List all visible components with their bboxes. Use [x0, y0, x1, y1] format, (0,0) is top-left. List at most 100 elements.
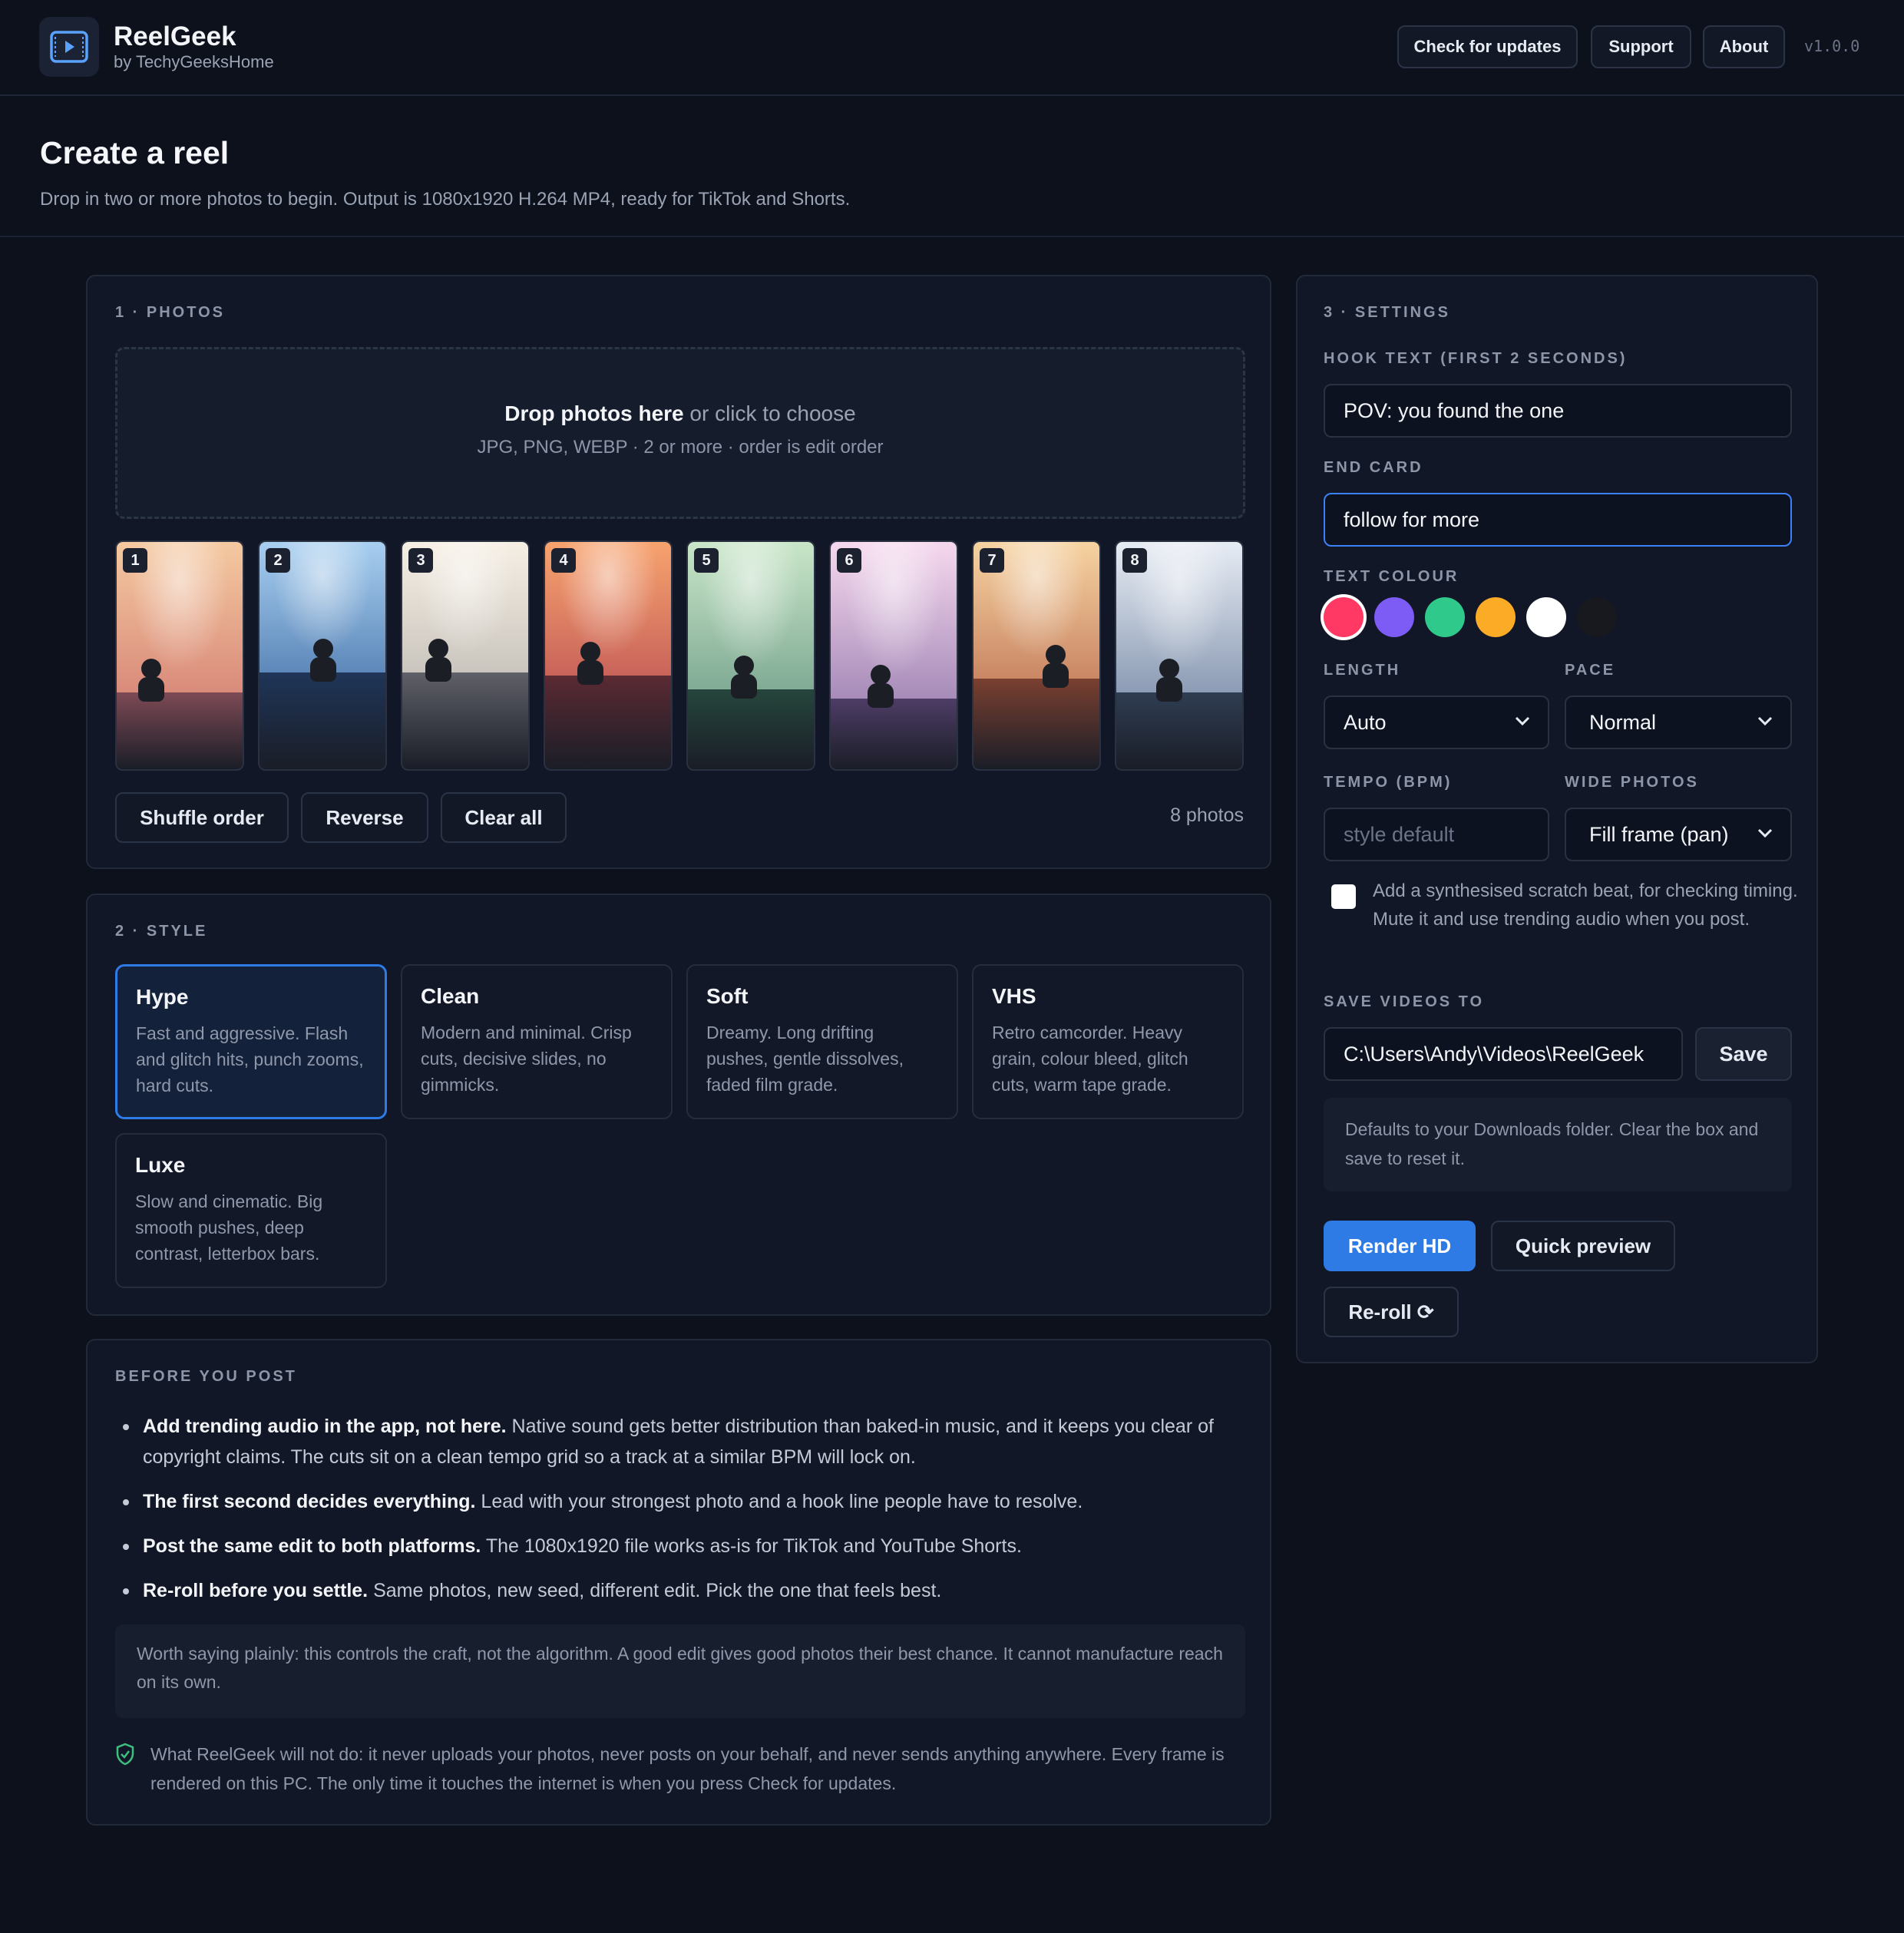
tip-item: Post the same edit to both platforms. Th…: [115, 1531, 1236, 1561]
photo-thumbnail[interactable]: 2: [258, 540, 387, 771]
play-icon: [50, 31, 88, 63]
reroll-button[interactable]: Re-roll ⟳: [1324, 1287, 1459, 1337]
photo-ground: [259, 672, 385, 769]
photo-order-badge: 4: [551, 548, 576, 573]
photo-ground: [831, 699, 957, 769]
style-panel: 2 · STYLE Hype Fast and aggressive. Flash…: [86, 894, 1271, 1316]
photo-subject: [310, 639, 336, 682]
tip-item: Re-roll before you settle. Same photos, …: [115, 1575, 1236, 1606]
photo-subject: [577, 642, 603, 685]
save-path-button[interactable]: Save: [1695, 1027, 1792, 1081]
photo-order-badge: 7: [980, 548, 1004, 573]
save-path-input[interactable]: C:\Users\Andy\Videos\ReelGeek: [1324, 1027, 1683, 1081]
style-card-vhs[interactable]: VHS Retro camcorder. Heavy grain, colour …: [972, 964, 1244, 1119]
style-card-title: Clean: [421, 984, 480, 1008]
length-label: LENGTH: [1324, 662, 1401, 679]
tip-heading: Post the same edit to both platforms.: [143, 1535, 481, 1557]
top-bar: ReelGeek by TechyGeeksHome Check for upd…: [0, 0, 1904, 96]
tip-text: Lead with your strongest photo and a hoo…: [475, 1491, 1083, 1512]
style-card-description: Modern and minimal. Crisp cuts, decisive…: [421, 1023, 632, 1095]
style-card-description: Retro camcorder. Heavy grain, colour ble…: [992, 1023, 1188, 1095]
reverse-button[interactable]: Reverse: [301, 792, 428, 843]
photo-drop-zone[interactable]: Drop photos here or click to choose JPG,…: [115, 347, 1245, 519]
clear-all-button[interactable]: Clear all: [441, 792, 567, 843]
save-to-label: SAVE VIDEOS TO: [1324, 993, 1485, 1010]
text-colour-swatch[interactable]: [1425, 597, 1465, 637]
scratch-beat-label: Add a synthesised scratch beat, for chec…: [1373, 881, 1798, 930]
text-colour-swatch[interactable]: [1374, 597, 1414, 637]
photo-subject: [425, 639, 451, 682]
length-select[interactable]: Auto: [1324, 696, 1549, 749]
photo-order-badge: 1: [123, 548, 147, 573]
wide-photos-label: WIDE PHOTOS: [1565, 774, 1699, 791]
section-label-settings: 3 · SETTINGS: [1324, 304, 1450, 321]
section-label-tips: BEFORE YOU POST: [115, 1368, 297, 1385]
version-label: v1.0.0: [1804, 37, 1860, 55]
style-card-luxe[interactable]: Luxe Slow and cinematic. Big smooth pushe…: [115, 1133, 387, 1288]
drop-zone-prompt: Drop photos here or click to choose: [504, 401, 856, 425]
style-card-description: Fast and aggressive. Flash and glitch hi…: [136, 1023, 364, 1095]
style-card-hype[interactable]: Hype Fast and aggressive. Flash and glitc…: [115, 964, 387, 1119]
drop-zone-hint: JPG, PNG, WEBP · 2 or more · order is ed…: [477, 437, 884, 458]
photo-ground: [117, 692, 243, 769]
scratch-beat-checkbox[interactable]: [1331, 884, 1356, 909]
end-card-label: END CARD: [1324, 459, 1423, 476]
algorithm-note: Worth saying plainly: this controls the …: [115, 1624, 1245, 1718]
pace-select[interactable]: Normal: [1565, 696, 1792, 749]
style-card-title: VHS: [992, 984, 1036, 1008]
photo-thumbnail[interactable]: 7: [972, 540, 1101, 771]
chevron-down-icon: [1515, 716, 1530, 726]
photo-subject: [1156, 659, 1182, 702]
support-button[interactable]: Support: [1591, 25, 1691, 68]
photo-subject: [1043, 645, 1069, 688]
end-card-input[interactable]: follow for more: [1324, 493, 1792, 547]
hook-text-input[interactable]: POV: you found the one: [1324, 384, 1792, 438]
check-updates-button[interactable]: Check for updates: [1397, 25, 1578, 68]
render-hd-button[interactable]: Render HD: [1324, 1221, 1476, 1271]
privacy-statement: What ReelGeek will not do: it never uplo…: [150, 1744, 1225, 1793]
tip-heading: Re-roll before you settle.: [143, 1580, 369, 1601]
chevron-down-icon: [1757, 716, 1773, 726]
text-colour-swatch[interactable]: [1526, 597, 1566, 637]
photo-thumbnail[interactable]: 3: [401, 540, 530, 771]
settings-panel: 3 · SETTINGS HOOK TEXT (FIRST 2 SECONDS)…: [1296, 275, 1818, 1363]
text-colour-label: TEXT COLOUR: [1324, 568, 1459, 585]
photo-order-badge: 6: [837, 548, 861, 573]
photo-order-badge: 2: [266, 548, 290, 573]
photo-thumbnail[interactable]: 1: [115, 540, 244, 771]
tip-item: Add trending audio in the app, not here.…: [115, 1411, 1236, 1472]
shield-check-icon: [116, 1743, 134, 1766]
tips-list: Add trending audio in the app, not here.…: [115, 1411, 1236, 1620]
page-subtitle: Drop in two or more photos to begin. Out…: [40, 189, 851, 210]
style-card-clean[interactable]: Clean Modern and minimal. Crisp cuts, dec…: [401, 964, 673, 1119]
pace-label: PACE: [1565, 662, 1616, 679]
section-label-style: 2 · STYLE: [115, 923, 208, 940]
photo-order-badge: 5: [694, 548, 719, 573]
tip-heading: Add trending audio in the app, not here.: [143, 1416, 507, 1437]
text-colour-swatch[interactable]: [1577, 597, 1617, 637]
tip-text: The 1080x1920 file works as-is for TikTo…: [481, 1535, 1022, 1557]
tip-text: Same photos, new seed, different edit. P…: [368, 1580, 942, 1601]
about-button[interactable]: About: [1703, 25, 1785, 68]
tempo-label: TEMPO (BPM): [1324, 774, 1453, 791]
photo-ground: [545, 676, 671, 769]
photo-thumbnail[interactable]: 6: [829, 540, 958, 771]
photo-thumbnail[interactable]: 4: [544, 540, 673, 771]
photo-order-badge: 8: [1122, 548, 1147, 573]
style-card-description: Dreamy. Long drifting pushes, gentle dis…: [706, 1023, 904, 1095]
text-colour-swatch[interactable]: [1476, 597, 1516, 637]
photo-thumbnail[interactable]: 5: [686, 540, 815, 771]
photos-panel: 1 · PHOTOS Drop photos here or click to …: [86, 275, 1271, 869]
tempo-input[interactable]: style default: [1324, 808, 1549, 861]
shuffle-order-button[interactable]: Shuffle order: [115, 792, 289, 843]
style-card-title: Hype: [136, 985, 189, 1009]
photo-thumbnail[interactable]: 8: [1115, 540, 1244, 771]
tip-heading: The first second decides everything.: [143, 1491, 476, 1512]
style-card-soft[interactable]: Soft Dreamy. Long drifting pushes, gentle…: [686, 964, 958, 1119]
page-title: Create a reel: [40, 135, 230, 170]
text-colour-swatch[interactable]: [1324, 597, 1364, 637]
quick-preview-button[interactable]: Quick preview: [1491, 1221, 1675, 1271]
tip-item: The first second decides everything. Lea…: [115, 1486, 1236, 1517]
app-logo: [39, 17, 99, 77]
wide-photos-select[interactable]: Fill frame (pan): [1565, 808, 1792, 861]
